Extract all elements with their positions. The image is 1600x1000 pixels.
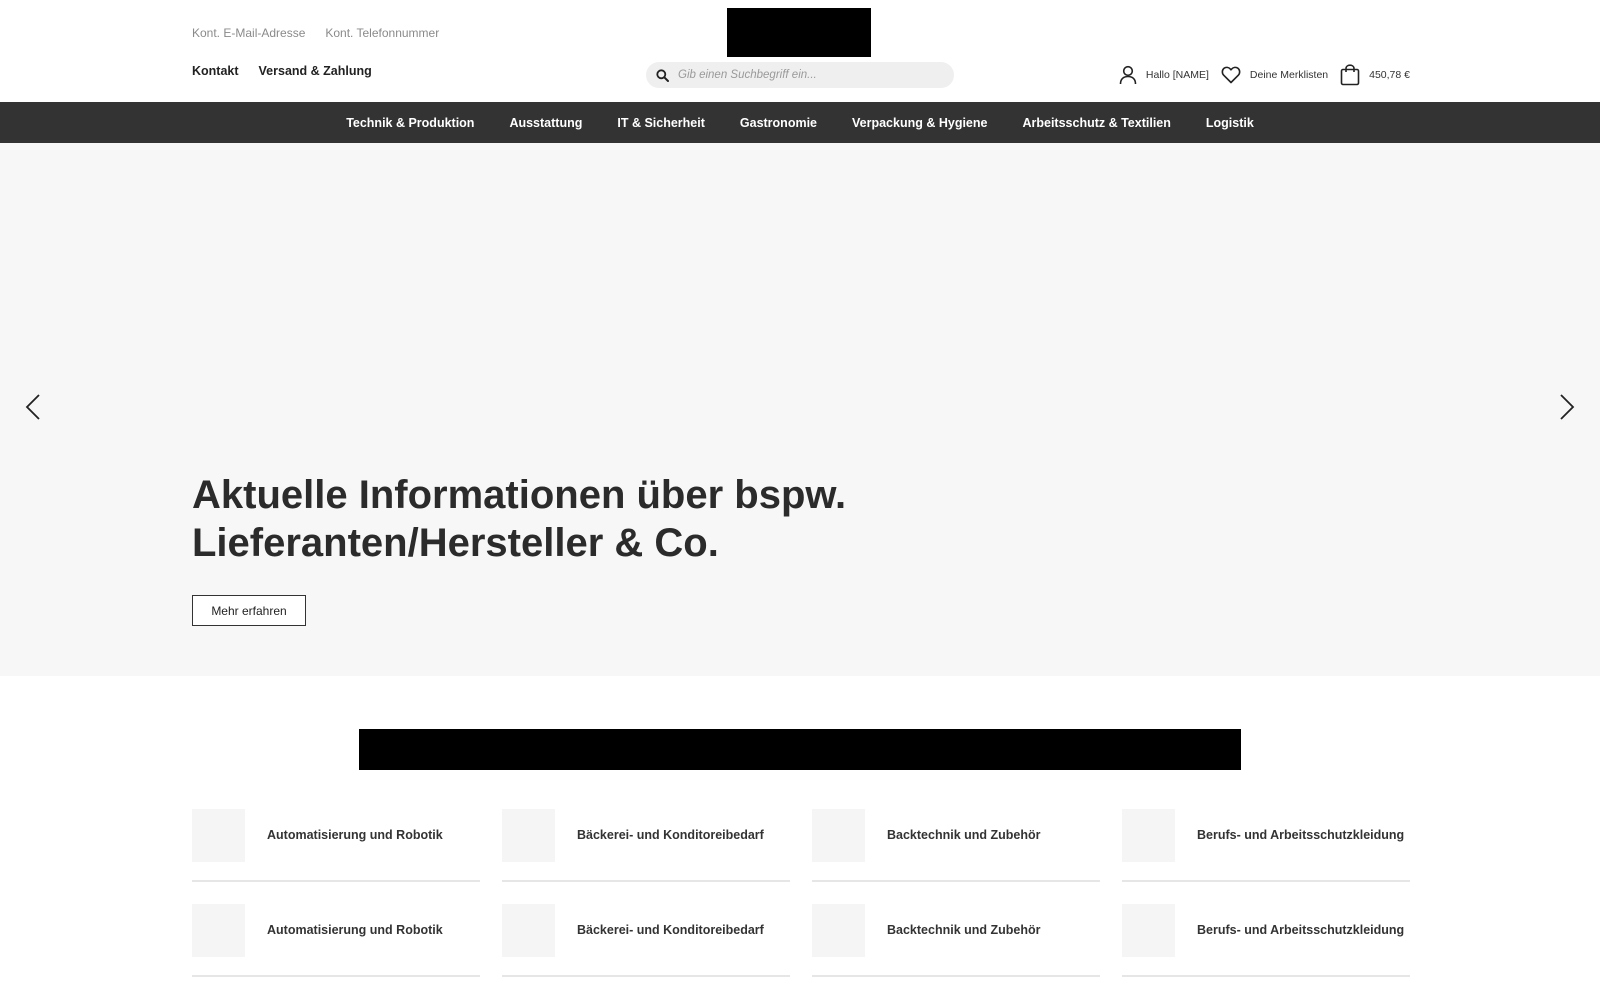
category-label: Berufs- und Arbeitsschutzkleidung <box>1197 828 1405 842</box>
category-thumbnail <box>502 809 555 862</box>
versand-zahlung-link[interactable]: Versand & Zahlung <box>259 64 372 78</box>
kontakt-link[interactable]: Kontakt <box>192 64 239 78</box>
category-card[interactable]: Backtechnik und Zubehör <box>812 904 1100 977</box>
category-label: Berufs- und Arbeitsschutzkleidung <box>1197 923 1405 937</box>
category-thumbnail <box>1122 904 1175 957</box>
hero-slider: Aktuelle Informationen über bspw. Liefer… <box>0 143 1600 676</box>
category-card[interactable]: Berufs- und Arbeitsschutzkleidung <box>1122 904 1410 977</box>
search-bar <box>646 62 954 88</box>
category-card[interactable]: Automatisierung und Robotik <box>192 809 480 882</box>
category-label: Bäckerei- und Konditoreibedarf <box>577 923 764 937</box>
category-thumbnail <box>812 809 865 862</box>
nav-item-logistik[interactable]: Logistik <box>1188 116 1271 130</box>
category-label: Automatisierung und Robotik <box>267 923 443 937</box>
nav-item-technik-produktion[interactable]: Technik & Produktion <box>329 116 492 130</box>
nav-item-ausstattung[interactable]: Ausstattung <box>492 116 600 130</box>
category-card[interactable]: Automatisierung und Robotik <box>192 904 480 977</box>
search-input[interactable] <box>678 69 948 81</box>
site-header: Kont. E-Mail-Adresse Kont. Telefonnummer… <box>0 0 1600 102</box>
hero-title: Aktuelle Informationen über bspw. Liefer… <box>192 471 892 567</box>
account-greeting: Hallo [NAME] <box>1145 69 1209 81</box>
category-thumbnail <box>812 904 865 957</box>
chevron-right-icon <box>1559 393 1575 426</box>
category-label: Automatisierung und Robotik <box>267 828 443 842</box>
contact-phone-link[interactable]: Kont. Telefonnummer <box>325 26 439 40</box>
search-icon[interactable] <box>654 67 670 83</box>
hero-title-line-1: Aktuelle Informationen über bspw. <box>192 473 847 517</box>
category-thumbnail <box>192 904 245 957</box>
cart-button[interactable]: 450,78 € <box>1340 64 1410 86</box>
nav-item-arbeitsschutz-textilien[interactable]: Arbeitsschutz & Textilien <box>1005 116 1188 130</box>
mehr-erfahren-button[interactable]: Mehr erfahren <box>192 595 306 626</box>
nav-item-gastronomie[interactable]: Gastronomie <box>722 116 834 130</box>
category-thumbnail <box>192 809 245 862</box>
hero-title-line-2: Lieferanten/Hersteller & Co. <box>192 521 719 565</box>
wishlist-label: Deine Merklisten <box>1249 69 1329 81</box>
category-thumbnail <box>502 904 555 957</box>
category-grid: Automatisierung und Robotik Bäckerei- un… <box>192 809 1410 977</box>
category-thumbnail <box>1122 809 1175 862</box>
category-card[interactable]: Bäckerei- und Konditoreibedarf <box>502 904 790 977</box>
contact-email-link[interactable]: Kont. E-Mail-Adresse <box>192 26 305 40</box>
account-area: Hallo [NAME] Deine Merklisten 450,78 € <box>1107 62 1410 88</box>
account-button[interactable]: Hallo [NAME] <box>1119 65 1209 85</box>
shopping-bag-icon <box>1340 64 1360 86</box>
main-navigation: Technik & Produktion Ausstattung IT & Si… <box>0 102 1600 143</box>
contact-info: Kont. E-Mail-Adresse Kont. Telefonnummer <box>192 26 439 40</box>
category-label: Bäckerei- und Konditoreibedarf <box>577 828 764 842</box>
section-heading-banner <box>359 729 1241 770</box>
chevron-left-icon <box>25 393 41 426</box>
category-label: Backtechnik und Zubehör <box>887 923 1041 937</box>
category-label: Backtechnik und Zubehör <box>887 828 1041 842</box>
heart-icon <box>1221 66 1241 84</box>
category-card[interactable]: Berufs- und Arbeitsschutzkleidung <box>1122 809 1410 882</box>
wishlist-button[interactable]: Deine Merklisten <box>1221 66 1328 84</box>
service-links: Kontakt Versand & Zahlung <box>192 64 372 78</box>
hero-next-button[interactable] <box>1552 393 1582 426</box>
nav-item-verpackung-hygiene[interactable]: Verpackung & Hygiene <box>835 116 1005 130</box>
nav-item-it-sicherheit[interactable]: IT & Sicherheit <box>600 116 723 130</box>
hero-prev-button[interactable] <box>18 393 48 426</box>
site-logo[interactable] <box>727 8 871 57</box>
user-icon <box>1119 65 1137 85</box>
category-card[interactable]: Backtechnik und Zubehör <box>812 809 1100 882</box>
cart-total: 450,78 € <box>1369 69 1410 81</box>
category-card[interactable]: Bäckerei- und Konditoreibedarf <box>502 809 790 882</box>
